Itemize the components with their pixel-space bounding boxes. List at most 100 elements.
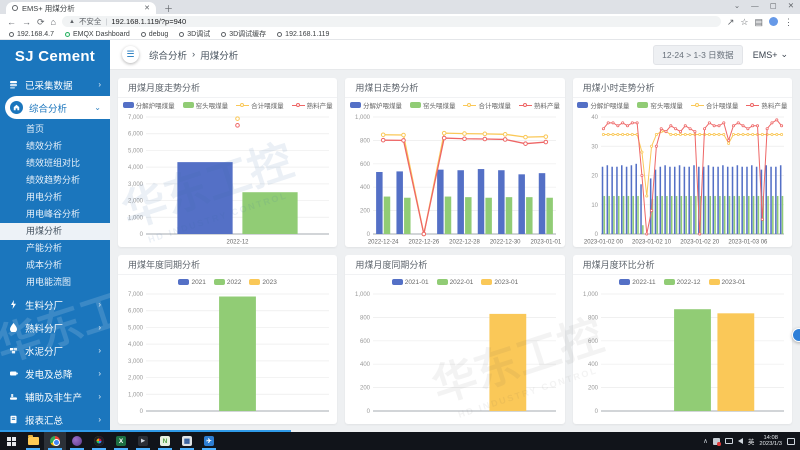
- tab-search-icon[interactable]: ⌄: [734, 1, 740, 10]
- svg-text:5,000: 5,000: [128, 148, 144, 154]
- legend-item[interactable]: 2022-01: [437, 279, 474, 286]
- window-minimize-button[interactable]: —: [751, 1, 759, 10]
- browser-tab[interactable]: EMS+ 用煤分析 ✕: [6, 2, 156, 14]
- legend-item[interactable]: 窑头喂煤量: [410, 100, 456, 110]
- bookmark-item[interactable]: 192.168.4.7: [9, 31, 54, 38]
- bar: [717, 167, 719, 234]
- legend-item[interactable]: 合计喂煤量: [236, 100, 284, 110]
- svg-text:1,000: 1,000: [355, 115, 371, 121]
- start-button[interactable]: [0, 432, 22, 450]
- submenu-item-capacity[interactable]: 产能分析: [0, 240, 110, 257]
- submenu-item-coal-analysis[interactable]: 用煤分析: [0, 223, 110, 240]
- sidebar-item-reports[interactable]: 报表汇总 ›: [0, 408, 110, 431]
- sidebar-item-collected-data[interactable]: 已采集数据 ›: [0, 73, 110, 96]
- url-bar[interactable]: ▲ 不安全 | 192.168.1.119/?p=940: [62, 16, 721, 27]
- legend-label: 分解炉喂煤量: [363, 100, 402, 110]
- tab-close-icon[interactable]: ✕: [144, 4, 150, 12]
- legend-item[interactable]: 2023-01: [481, 279, 518, 286]
- submenu-item-energy-flow[interactable]: 用电能流图: [0, 274, 110, 291]
- legend-item[interactable]: 2021: [178, 279, 205, 286]
- svg-text:600: 600: [588, 339, 599, 345]
- sidebar-item-power-station[interactable]: 发电及总降 ›: [0, 362, 110, 385]
- legend-item[interactable]: 熟料产量: [519, 100, 560, 110]
- submenu-item-team-compare[interactable]: 绩效班组对比: [0, 155, 110, 172]
- legend-item[interactable]: 分解炉喂煤量: [123, 100, 175, 110]
- reload-button[interactable]: ⟳: [37, 17, 45, 27]
- submenu-item-electricity[interactable]: 用电分析: [0, 189, 110, 206]
- profile-avatar[interactable]: [769, 17, 778, 26]
- forward-button[interactable]: →: [22, 17, 31, 27]
- breadcrumb-section[interactable]: 综合分析: [149, 48, 187, 62]
- legend-item[interactable]: 分解炉喂煤量: [577, 100, 629, 110]
- bar: [727, 167, 729, 234]
- bar: [685, 196, 687, 234]
- editor-app-icon[interactable]: N: [154, 432, 176, 450]
- security-tray-icon[interactable]: [713, 438, 720, 445]
- bookmark-star-icon[interactable]: ☆: [740, 17, 748, 27]
- bookmark-item[interactable]: 192.168.1.119: [277, 31, 329, 38]
- browser-menu-icon[interactable]: ⋮: [784, 17, 793, 27]
- new-tab-button[interactable]: ＋: [164, 4, 173, 14]
- bar: [384, 197, 390, 234]
- bookmark-item[interactable]: 3D调试缓存: [221, 29, 266, 39]
- purple-app-icon[interactable]: [66, 432, 88, 450]
- home-button[interactable]: ⌂: [51, 17, 56, 27]
- tray-expand-icon[interactable]: ∧: [703, 438, 708, 445]
- submenu-item-performance-trend[interactable]: 绩效趋势分析: [0, 172, 110, 189]
- window-close-button[interactable]: ✕: [788, 1, 794, 10]
- browser-tab-strip: EMS+ 用煤分析 ✕ ＋ ⌄ — ▢ ✕: [0, 0, 800, 14]
- sidebar-item-raw-plant[interactable]: 生料分厂 ›: [0, 293, 110, 316]
- globe-icon: [179, 32, 184, 37]
- share-icon[interactable]: ↗: [727, 17, 735, 27]
- bar: [674, 167, 676, 234]
- sidebar-item-cement-plant[interactable]: 水泥分厂 ›: [0, 339, 110, 362]
- office-app-icon[interactable]: ▦: [176, 432, 198, 450]
- legend-item[interactable]: 熟料产量: [292, 100, 333, 110]
- bookmark-item[interactable]: EMQX Dashboard: [65, 31, 130, 38]
- legend-item[interactable]: 熟料产量: [746, 100, 787, 110]
- legend-item[interactable]: 2023-01: [709, 279, 746, 286]
- legend-item[interactable]: 2022-11: [619, 279, 655, 286]
- date-range-button[interactable]: 12-24 > 1-3 日数据: [653, 45, 743, 65]
- svg-text:800: 800: [588, 315, 599, 321]
- submenu-item-performance[interactable]: 绩效分析: [0, 138, 110, 155]
- media-player-icon[interactable]: ▶: [132, 432, 154, 450]
- color-wheel-app-icon[interactable]: [88, 432, 110, 450]
- window-maximize-button[interactable]: ▢: [770, 1, 777, 10]
- legend-item[interactable]: 窑头喂煤量: [637, 100, 683, 110]
- legend-bar-marker: [709, 279, 720, 285]
- legend-item[interactable]: 合计喂煤量: [691, 100, 739, 110]
- bookmark-item[interactable]: debug: [141, 31, 168, 38]
- chrome-icon[interactable]: [44, 432, 66, 450]
- blue-app-icon[interactable]: ✈: [198, 432, 220, 450]
- side-panel-icon[interactable]: ▤: [754, 17, 763, 27]
- legend-item[interactable]: 2022: [214, 279, 241, 286]
- display-tray-icon[interactable]: [725, 438, 733, 444]
- legend-label: 合计喂煤量: [478, 100, 511, 110]
- submenu-item-peak-valley[interactable]: 用电峰谷分析: [0, 206, 110, 223]
- action-center-icon[interactable]: [787, 438, 795, 445]
- legend-item[interactable]: 2022-12: [664, 279, 701, 286]
- volume-tray-icon[interactable]: [738, 438, 743, 444]
- bookmark-item[interactable]: 3D调试: [179, 29, 210, 39]
- sidebar-item-auxiliary[interactable]: 辅助及非生产 ›: [0, 385, 110, 408]
- submenu-item-cost[interactable]: 成本分析: [0, 257, 110, 274]
- back-button[interactable]: ←: [7, 17, 16, 27]
- legend-item[interactable]: 2023: [249, 279, 276, 286]
- menu-toggle-button[interactable]: ☰: [122, 46, 139, 63]
- chart-card-yearly-compare: 用煤年度同期分析 202120222023 01,0002,0003,0004,…: [118, 255, 337, 424]
- legend-item[interactable]: 窑头喂煤量: [183, 100, 229, 110]
- excel-icon[interactable]: X: [110, 432, 132, 450]
- submenu-item-home[interactable]: 首页: [0, 121, 110, 138]
- floating-helper-button[interactable]: [792, 328, 800, 342]
- legend-item[interactable]: 分解炉喂煤量: [350, 100, 402, 110]
- sidebar-item-clinker-plant[interactable]: 熟料分厂 ›: [0, 316, 110, 339]
- user-menu-dropdown[interactable]: EMS+ ⌄: [753, 49, 788, 60]
- taskbar-clock[interactable]: 14:08 2023/1/3: [759, 435, 782, 448]
- legend-item[interactable]: 合计喂煤量: [463, 100, 511, 110]
- file-explorer-icon[interactable]: [22, 432, 44, 450]
- legend-item[interactable]: 2021-01: [392, 279, 429, 286]
- sidebar-item-analysis[interactable]: 综合分析 ⌄: [5, 96, 110, 119]
- bookmark-label: 192.168.1.119: [285, 31, 329, 38]
- ime-language-indicator[interactable]: 英: [748, 436, 755, 446]
